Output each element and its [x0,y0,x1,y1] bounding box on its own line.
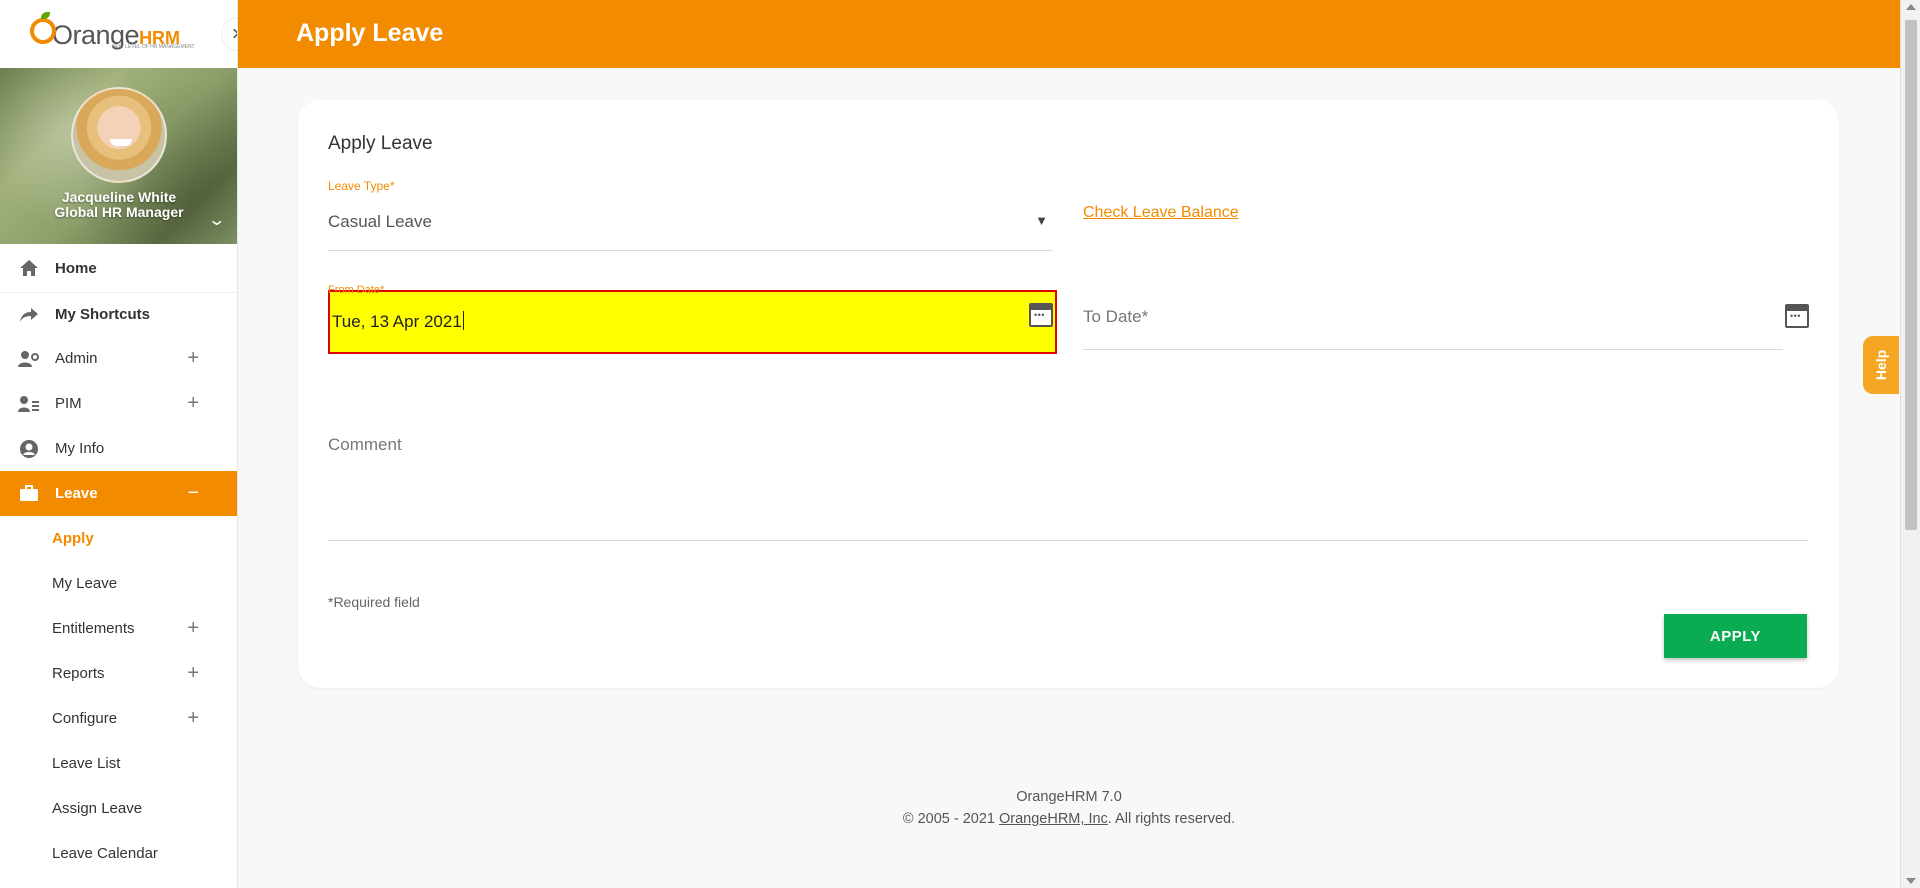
sidebar-item-label: Home [55,259,97,277]
plus-icon[interactable]: + [187,347,199,370]
logo-area: Orange HRM NEW LEVEL OF HR MANAGEMENT × [0,0,237,68]
minus-icon[interactable]: − [187,482,199,505]
sidebar-item-label: PIM [55,395,82,412]
chevron-down-icon[interactable]: ⌄ [207,210,226,230]
profile-name: Jacqueline White [61,189,177,205]
copyright-suffix: . All rights reserved. [1107,811,1236,827]
avatar[interactable] [71,87,167,183]
sidebar-subitem-label: Apply [52,530,94,547]
share-arrow-icon [18,305,40,325]
plus-icon[interactable]: + [187,392,199,415]
main-menu: Home My Shortcuts Admin + PIM + My Info … [0,244,237,876]
sidebar-subitem-label: Leave List [52,755,121,772]
company-link[interactable]: OrangeHRM, Inc [999,811,1108,827]
to-date-label: To Date* [1083,307,1149,326]
sidebar-subitem-label: Assign Leave [52,800,143,817]
sidebar-subitem-label: My Leave [52,575,118,592]
plus-icon[interactable]: + [187,707,199,730]
top-header: Apply Leave [238,0,1900,68]
scroll-down-arrow-icon[interactable] [1906,878,1916,884]
form-title: Apply Leave [328,133,433,154]
sidebar-item-label: Admin [55,350,98,367]
from-date-label: From Date* [328,284,385,296]
footer: OrangeHRM 7.0 © 2005 - 2021 OrangeHRM, I… [238,786,1900,830]
sidebar-subitem-apply[interactable]: Apply [0,516,237,561]
sidebar-subitem-reports[interactable]: Reports + [0,651,237,696]
calendar-icon[interactable] [1029,303,1053,327]
sidebar-subitem-assign-leave[interactable]: Assign Leave [0,786,237,831]
apply-button[interactable]: APPLY [1664,614,1807,658]
briefcase-icon [18,484,40,504]
required-field-note: *Required field [328,594,420,610]
sidebar-item-my-info[interactable]: My Info [0,426,237,471]
apply-leave-form: Apply Leave Leave Type* Casual Leave ▼ C… [298,100,1839,688]
comment-textarea[interactable]: Comment [328,430,1808,541]
scrollbar-thumb[interactable] [1905,20,1917,530]
sidebar-subitem-entitlements[interactable]: Entitlements + [0,606,237,651]
sidebar-item-admin[interactable]: Admin + [0,336,237,381]
sidebar-subitem-leave-calendar[interactable]: Leave Calendar [0,831,237,876]
sidebar-item-label: My Info [55,440,105,457]
sidebar-item-home[interactable]: Home [0,244,237,293]
profile-role: Global HR Manager [54,204,184,220]
help-tab[interactable]: Help [1863,336,1899,394]
from-date-input[interactable]: Tue, 13 Apr 2021 [328,290,1057,354]
sidebar-subitem-label: Leave Calendar [52,845,158,862]
scroll-up-arrow-icon[interactable] [1906,4,1916,10]
collapse-sidebar-button[interactable]: × [221,17,237,51]
sidebar-subitem-label: Entitlements [52,620,135,637]
calendar-icon[interactable] [1785,304,1809,328]
sidebar: Orange HRM NEW LEVEL OF HR MANAGEMENT × … [0,0,238,888]
plus-icon[interactable]: + [187,662,199,685]
footer-version: OrangeHRM 7.0 [1016,789,1122,805]
check-leave-balance-link[interactable]: Check Leave Balance [1083,204,1239,222]
copyright-prefix: © 2005 - 2021 [902,811,999,827]
to-date-input[interactable]: To Date* [1083,290,1809,350]
sidebar-item-label: My Shortcuts [55,306,151,323]
logo-tagline: NEW LEVEL OF HR MANAGEMENT [112,44,195,50]
leave-type-select[interactable]: Casual Leave ▼ [328,202,1052,251]
sidebar-subitem-leave-list[interactable]: Leave List [0,741,237,786]
orange-logo-icon [30,11,56,44]
sidebar-subitem-label: Configure [52,710,118,727]
sidebar-subitem-my-leave[interactable]: My Leave [0,561,237,606]
page-scrollbar[interactable] [1900,0,1920,888]
sidebar-item-label: Leave [55,485,98,502]
leave-type-value: Casual Leave [328,212,432,231]
user-list-icon [18,394,40,414]
user-profile-panel: Jacqueline White Global HR Manager ⌄ [0,68,237,244]
leave-type-label: Leave Type* [328,179,395,193]
home-icon [18,258,40,278]
help-label: Help [1873,349,1889,381]
user-cog-icon [18,349,40,369]
sidebar-item-my-shortcuts[interactable]: My Shortcuts [0,293,237,336]
sidebar-subitem-label: Reports [52,665,105,682]
comment-label: Comment [328,435,402,454]
sidebar-subitem-configure[interactable]: Configure + [0,696,237,741]
footer-copyright: © 2005 - 2021 OrangeHRM, Inc. All rights… [238,808,1900,830]
sidebar-item-leave[interactable]: Leave − [0,471,237,516]
plus-icon[interactable]: + [187,617,199,640]
page-title: Apply Leave [296,19,444,47]
caret-down-icon: ▼ [1035,213,1048,228]
from-date-value: Tue, 13 Apr 2021 [332,312,462,331]
user-circle-icon [18,439,40,459]
sidebar-item-pim[interactable]: PIM + [0,381,237,426]
